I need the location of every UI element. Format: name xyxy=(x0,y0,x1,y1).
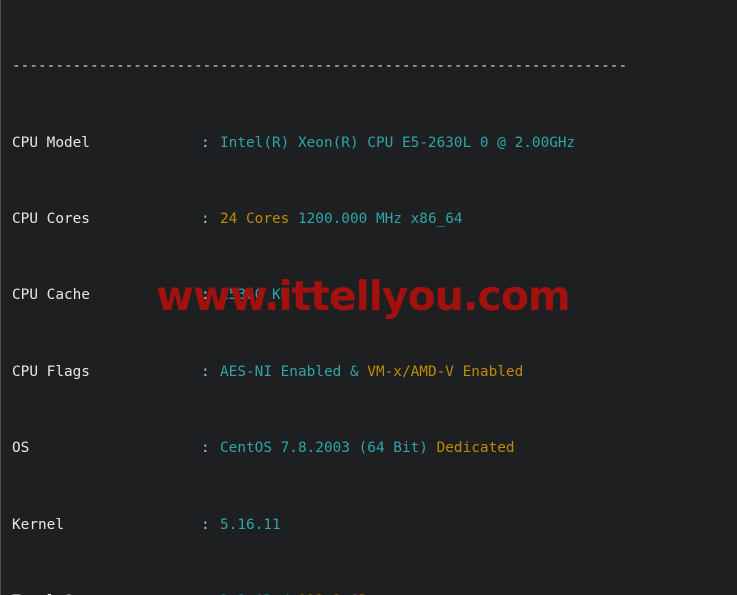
value-cpu-cores-freq: 1200.000 MHz x86_64 xyxy=(297,211,463,228)
value-cpu-flags-aes: AES-NI Enabled & xyxy=(220,363,359,380)
value-cpu-model: Intel(R) Xeon(R) CPU E5-2630L 0 @ 2.00GH… xyxy=(220,134,576,151)
label-os: OS xyxy=(12,440,30,457)
row-cpu-flags: CPU Flags: AES-NI Enabled & VM-x/AMD-V En… xyxy=(1,363,737,382)
value-kernel: 5.16.11 xyxy=(220,516,281,533)
value-cpu-flags-vmx: VM-x/AMD-V Enabled xyxy=(367,363,524,380)
colon-kernel: : xyxy=(201,516,210,533)
terminal-screen: ----------------------------------------… xyxy=(1,0,737,595)
value-cpu-cache: 15360 KB xyxy=(220,287,290,304)
row-cpu-model: CPU Model: Intel(R) Xeon(R) CPU E5-2630L … xyxy=(1,134,737,153)
colon-os: : xyxy=(201,440,210,457)
value-os-name: CentOS 7.8.2003 (64 Bit) xyxy=(220,440,428,457)
terminal-window[interactable]: ----------------------------------------… xyxy=(0,0,737,595)
row-os: OS: CentOS 7.8.2003 (64 Bit) Dedicated xyxy=(1,439,737,458)
label-cpu-flags: CPU Flags xyxy=(12,363,90,380)
value-cpu-cores-count: 24 Cores xyxy=(220,211,290,228)
value-os-type: Dedicated xyxy=(436,440,515,457)
label-cpu-cache: CPU Cache xyxy=(12,287,90,304)
row-cpu-cores: CPU Cores:24 Cores 1200.000 MHz x86_64 xyxy=(1,210,737,229)
colon-cpu-flags: : xyxy=(201,363,210,380)
label-kernel: Kernel xyxy=(12,516,64,533)
row-cpu-cache: CPU Cache:15360 KB xyxy=(1,286,737,305)
colon-cpu-cores: : xyxy=(201,211,210,228)
divider-top: ----------------------------------------… xyxy=(12,58,626,75)
colon-cpu-cache: : xyxy=(201,287,210,304)
colon-cpu-model: : xyxy=(201,134,210,151)
label-cpu-cores: CPU Cores xyxy=(12,211,90,228)
row-kernel: Kernel:5.16.11 xyxy=(1,516,737,535)
label-cpu-model: CPU Model xyxy=(12,134,90,151)
